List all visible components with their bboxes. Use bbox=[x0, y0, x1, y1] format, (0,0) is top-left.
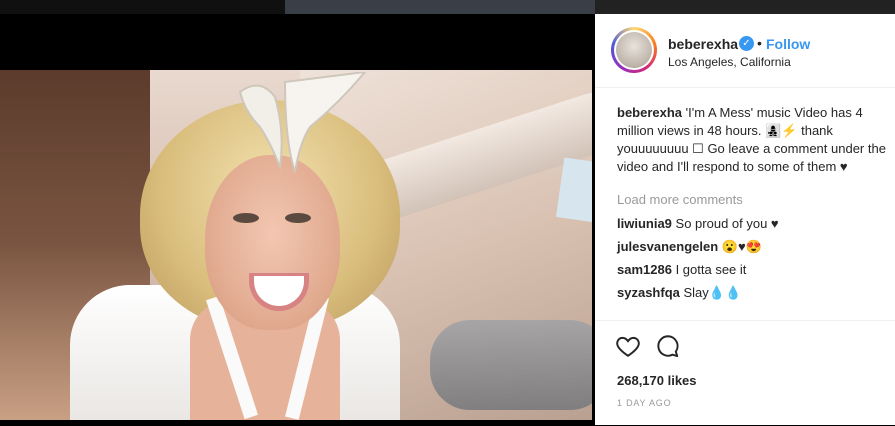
video-frame bbox=[0, 70, 592, 420]
comment-item: sam1286 I gotta see it bbox=[617, 261, 887, 279]
comment-text: Slay💧💧 bbox=[683, 285, 742, 300]
separator-dot: • bbox=[757, 35, 762, 51]
comment-text: I gotta see it bbox=[675, 262, 747, 277]
comment-text: 😮♥😍 bbox=[721, 239, 762, 254]
comment-item: julesvanengelen 😮♥😍 bbox=[617, 238, 887, 256]
follow-button[interactable]: Follow bbox=[766, 36, 810, 52]
post-location[interactable]: Los Angeles, California bbox=[668, 55, 791, 69]
post-media[interactable] bbox=[0, 14, 592, 425]
background-strip bbox=[0, 0, 895, 14]
comment-icon[interactable] bbox=[655, 333, 681, 359]
likes-count[interactable]: 268,170 likes bbox=[617, 373, 697, 388]
comment-item: liwiunia9 So proud of you ♥ bbox=[617, 215, 887, 233]
comment-item: syzashfqa Slay💧💧 bbox=[617, 284, 887, 302]
comment-username[interactable]: julesvanengelen bbox=[617, 239, 718, 254]
caption-username[interactable]: beberexha bbox=[617, 105, 682, 120]
comment-username[interactable]: syzashfqa bbox=[617, 285, 680, 300]
post-header: beberexha ✓ • Follow Los Angeles, Califo… bbox=[595, 14, 895, 88]
avatar[interactable] bbox=[611, 27, 657, 73]
action-bar: 268,170 likes 1 DAY AGO bbox=[595, 320, 895, 426]
headpiece-graphic bbox=[238, 72, 367, 173]
load-more-comments-button[interactable]: Load more comments bbox=[617, 191, 887, 209]
post-timestamp[interactable]: 1 DAY AGO bbox=[617, 398, 671, 408]
comments-section: beberexha 'I'm A Mess' music Video has 4… bbox=[617, 104, 887, 307]
post-username[interactable]: beberexha bbox=[668, 36, 738, 52]
comment-username[interactable]: sam1286 bbox=[617, 262, 672, 277]
post-panel: beberexha ✓ • Follow Los Angeles, Califo… bbox=[595, 14, 895, 425]
comment-text: So proud of you ♥ bbox=[675, 216, 779, 231]
caption: beberexha 'I'm A Mess' music Video has 4… bbox=[617, 104, 887, 176]
heart-icon[interactable] bbox=[615, 333, 641, 359]
comment-username[interactable]: liwiunia9 bbox=[617, 216, 672, 231]
verified-badge-icon: ✓ bbox=[739, 36, 754, 51]
